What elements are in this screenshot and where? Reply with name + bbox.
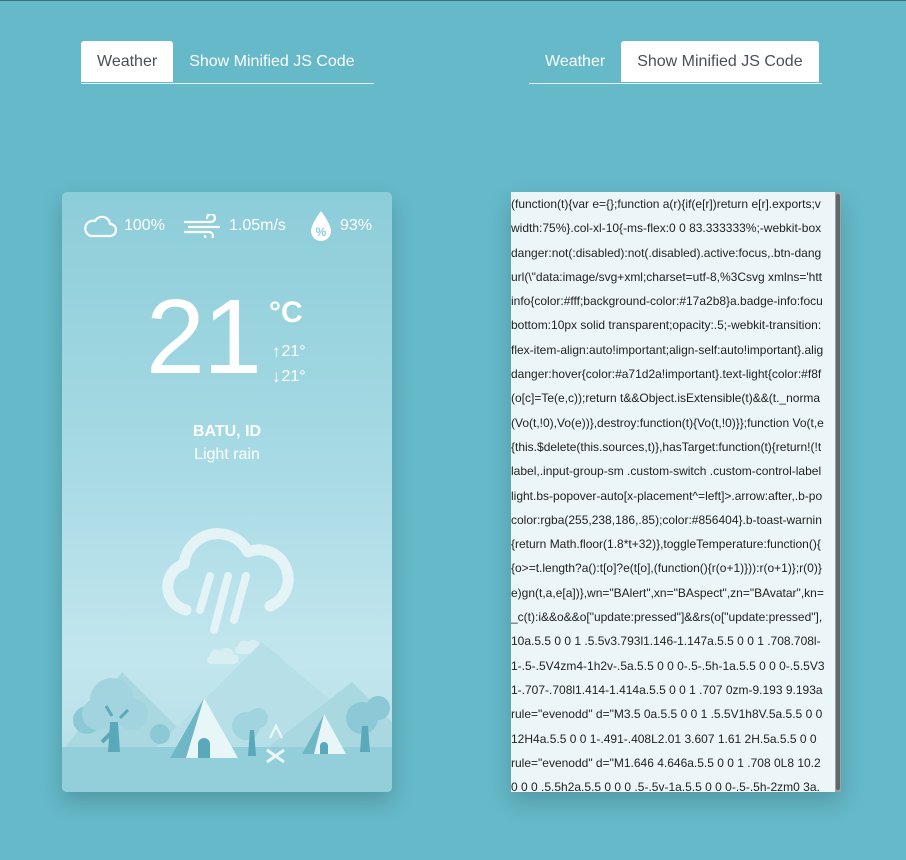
- svg-text:%: %: [316, 225, 327, 239]
- code-text-area: (function(t){var e={};function a(r){if(e…: [511, 192, 835, 792]
- code-line: {return Math.floor(1.8*t+32)},toggleTemp…: [511, 537, 821, 552]
- tab-weather[interactable]: Weather: [529, 41, 621, 82]
- temperature-unit-toggle[interactable]: °C: [269, 296, 303, 330]
- code-line: 1-.5-.5V4zm4-1h2v-.5a.5.5 0 0 0-.5-.5h-1…: [511, 658, 825, 673]
- temp-min: ↓ 21°: [272, 367, 306, 387]
- landscape-illustration: [62, 622, 392, 792]
- weather-card: 100% 1.05m/s % 93% 21 °C ↑ 21° ↓ 21° BAT…: [62, 192, 392, 792]
- code-line: label,.input-group-sm .custom-switch .cu…: [511, 464, 822, 479]
- minified-code-panel[interactable]: (function(t){var e={};function a(r){if(e…: [511, 192, 841, 792]
- wind-icon: [183, 214, 223, 238]
- arrow-up-icon: ↑: [272, 342, 281, 361]
- code-line: {o>=t.length?a():t[o]?e(t[o],(function()…: [511, 561, 822, 576]
- code-line: 12H4a.5.5 0 0 1-.491-.408L2.01 3.607 1.6…: [511, 731, 817, 746]
- code-line: {this.$delete(this.sources,t)},hasTarget…: [511, 439, 822, 454]
- weather-description: Light rain: [194, 446, 260, 463]
- tab-show-minified-js-code[interactable]: Show Minified JS Code: [173, 41, 370, 82]
- temp-max: ↑ 21°: [272, 342, 306, 362]
- code-line: danger:hover{color:#a71d2a!important}.te…: [511, 367, 822, 382]
- humidity-stat: % 93%: [308, 206, 372, 246]
- wind-speed-value: 1.05m/s: [229, 217, 286, 234]
- code-line: (o[c]=Te(e,c));return t&&Object.isExtens…: [511, 391, 821, 406]
- code-line: bottom:10px solid transparent;opacity:.5…: [511, 318, 822, 333]
- humidity-drop-icon: %: [308, 209, 334, 243]
- cloud-icon: [82, 213, 118, 239]
- code-line: _c(t):i&&o&&o["update:pressed"]&&rs(o["u…: [511, 610, 823, 625]
- right-tab-bar: Weather Show Minified JS Code: [529, 41, 822, 84]
- humidity-value: 93%: [340, 217, 373, 234]
- code-line: light.bs-popover-auto[x-placement^=left]…: [511, 488, 823, 503]
- code-line: 0 0 0 .5.5h2a.5.5 0 0 0 .5-.5v-1a.5.5 0 …: [511, 780, 820, 792]
- weather-stats: 100% 1.05m/s % 93%: [62, 206, 392, 246]
- code-line: info{color:#fff;background-color:#17a2b8…: [511, 294, 823, 309]
- code-line: (function(t){var e={};function a(r){if(e…: [511, 197, 821, 211]
- tab-weather[interactable]: Weather: [81, 41, 174, 82]
- code-line: rule="evenodd" d="M3.5 0a.5.5 0 0 1 .5.5…: [511, 707, 823, 722]
- scrollbar-track[interactable]: [835, 192, 841, 792]
- code-line: 1-.707-.708l1.414-1.414a.5.5 0 0 1 .707 …: [511, 682, 823, 697]
- cloudiness-value: 100%: [124, 217, 165, 234]
- code-line: 10a.5.5 0 0 1 .5.5v3.793l1.146-1.147a.5.…: [511, 634, 821, 649]
- code-line: width:75%}.col-xl-10{-ms-flex:0 0 83.333…: [511, 221, 822, 236]
- temp-max-value: 21°: [281, 343, 306, 360]
- cloudiness-stat: 100%: [82, 206, 165, 246]
- code-line: e)gn(t,a,e[a])},wn="BAlert",xn="BAspect"…: [511, 585, 824, 600]
- code-line: danger:not(:disabled):not(.disabled).act…: [511, 245, 822, 260]
- code-line: (Vo(t,!0),Vo(e))},destroy:function(t){Vo…: [511, 415, 824, 430]
- wind-stat: 1.05m/s: [183, 206, 286, 246]
- temp-min-value: 21°: [281, 368, 306, 385]
- tab-show-minified-js-code[interactable]: Show Minified JS Code: [621, 41, 819, 82]
- left-tab-bar: Weather Show Minified JS Code: [81, 41, 374, 84]
- temperature-value: 21: [146, 278, 262, 396]
- code-line: rule="evenodd" d="M1.646 4.646a.5.5 0 0 …: [511, 755, 821, 770]
- window-top-border: [0, 0, 906, 1]
- code-line: url(\"data:image/svg+xml;charset=utf-8,%…: [511, 269, 823, 284]
- arrow-down-icon: ↓: [272, 367, 281, 386]
- code-line: color:rgba(255,238,186,.85);color:#85640…: [511, 512, 822, 527]
- scrollbar-thumb[interactable]: [836, 194, 840, 790]
- location-name: BATU, ID: [192, 423, 262, 440]
- code-line: flex-item-align:auto!important;align-sel…: [511, 342, 824, 357]
